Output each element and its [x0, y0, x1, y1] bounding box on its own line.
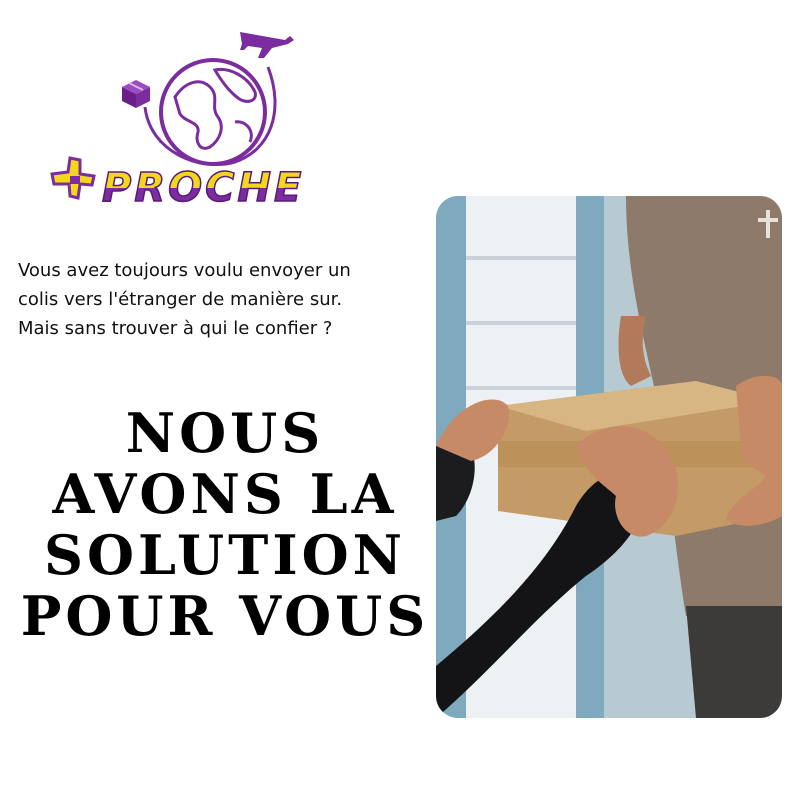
headline: NOUS AVONS LA SOLUTION POUR VOUS — [10, 403, 440, 647]
headline-line: AVONS LA — [52, 462, 398, 526]
intro-line: Mais sans trouver à qui le confier ? — [18, 318, 333, 339]
headline-line: POUR VOUS — [20, 584, 430, 648]
brand-logo: PROCHE — [50, 22, 350, 217]
parcel-handover-photo — [436, 196, 782, 718]
plus-icon — [50, 156, 96, 200]
intro-paragraph: Vous avez toujours voulu envoyer un coli… — [18, 256, 438, 343]
airplane-icon — [240, 32, 294, 58]
intro-line: Vous avez toujours voulu envoyer un — [18, 260, 351, 281]
headline-line: NOUS — [125, 401, 325, 465]
parcel-box-icon — [122, 80, 150, 108]
headline-line: SOLUTION — [44, 523, 406, 587]
globe-icon — [159, 58, 267, 166]
intro-line: colis vers l'étranger de manière sur. — [18, 289, 343, 310]
wordmark: PROCHE — [102, 165, 304, 211]
